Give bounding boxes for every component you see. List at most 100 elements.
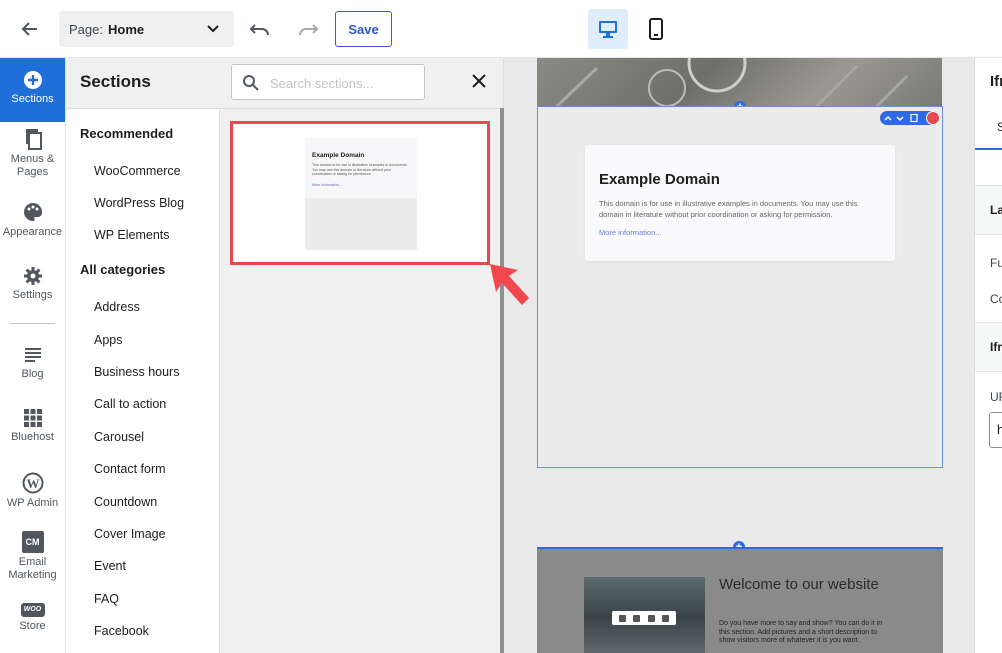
layout-section-label: La: [990, 203, 1002, 217]
plus-circle-icon: [0, 70, 65, 90]
welcome-title: Welcome to our website: [719, 576, 879, 593]
save-button[interactable]: Save: [335, 11, 392, 47]
nav-blog-label: Blog: [21, 368, 44, 380]
category-item[interactable]: Apps: [94, 333, 123, 347]
nav-blog[interactable]: Blog: [0, 345, 65, 380]
iframe-link[interactable]: More information...: [599, 228, 662, 237]
blog-icon: [0, 345, 65, 365]
page-canvas: + Example Domain This domain is for use …: [504, 58, 974, 653]
page-selector-value: Home: [107, 21, 145, 37]
iframe-body: This domain is for use in illustrative e…: [599, 199, 858, 219]
category-item[interactable]: FAQ: [94, 592, 119, 606]
all-categories-heading: All categories: [80, 262, 166, 277]
category-item[interactable]: Call to action: [94, 397, 166, 411]
nav-appearance-label: Appearance: [2, 226, 63, 238]
nav-store[interactable]: WOO Store: [0, 603, 65, 632]
iframe-section[interactable]: Example Domain This domain is for use in…: [537, 106, 943, 468]
close-icon[interactable]: [469, 71, 489, 96]
url-input[interactable]: h: [989, 412, 1002, 448]
sections-panel: Sections Recommended WooCommerce WordPre…: [66, 58, 504, 653]
thumbnail-title: Example Domain: [312, 152, 365, 159]
category-item[interactable]: WP Elements: [94, 228, 170, 242]
category-item[interactable]: Contact form: [94, 462, 166, 476]
nav-settings-label: Settings: [12, 289, 53, 301]
woo-badge: WOO: [20, 603, 45, 617]
welcome-image[interactable]: [584, 577, 705, 653]
iframe-section-thumbnail[interactable]: Example Domain This domain is for use in…: [230, 121, 490, 265]
svg-text:W: W: [26, 476, 39, 491]
cm-icon: CM: [0, 531, 65, 553]
section-thumbnails: Example Domain This domain is for use in…: [220, 108, 504, 653]
page-selector-label: Page:: [69, 21, 103, 37]
category-item[interactable]: Address: [94, 300, 140, 314]
undo-icon[interactable]: [248, 17, 272, 46]
iframe-title: Example Domain: [599, 171, 720, 188]
nav-sections-label: Sections: [11, 93, 54, 105]
setting-label: Co: [990, 292, 1002, 306]
thumbnail-body: This domain is for use in illustrative e…: [312, 163, 408, 176]
url-label: UF: [990, 390, 1002, 404]
sections-panel-title: Sections: [80, 72, 151, 91]
welcome-text: Do you have more to say and show? You ca…: [719, 620, 883, 644]
settings-panel: Ifr S La Fu Co Ifr UF h: [974, 58, 1002, 653]
sections-panel-header: Sections: [66, 58, 504, 108]
iframe-content-card: Example Domain This domain is for use in…: [585, 145, 895, 261]
search-box: [231, 64, 425, 100]
category-item[interactable]: Business hours: [94, 365, 179, 379]
desktop-view-icon[interactable]: [588, 9, 628, 49]
nav-divider: [10, 323, 55, 324]
active-tab-indicator: [975, 148, 1002, 150]
thumbnail-preview: Example Domain This domain is for use in…: [305, 138, 417, 250]
search-icon: [242, 74, 260, 97]
category-item[interactable]: WooCommerce: [94, 164, 181, 178]
category-list: Recommended WooCommerce WordPress Blog W…: [66, 108, 220, 653]
nav-appearance[interactable]: Appearance: [0, 201, 65, 238]
gear-icon: [0, 266, 65, 286]
nav-settings[interactable]: Settings: [0, 266, 65, 301]
top-toolbar: Page: Home Save: [0, 0, 1002, 58]
grid-icon: [0, 408, 65, 428]
settings-panel-title: Ifr: [990, 73, 1002, 90]
nav-menus-pages[interactable]: Menus & Pages: [0, 128, 65, 179]
nav-wp-admin-label: WP Admin: [6, 497, 59, 509]
setting-label: Fu: [990, 256, 1002, 270]
category-item[interactable]: WordPress Blog: [94, 196, 184, 210]
image-toolbar[interactable]: [612, 611, 676, 625]
nav-wp-admin[interactable]: W WP Admin: [0, 472, 65, 509]
iframe-section-label: Ifr: [990, 340, 1002, 354]
thumbnail-link: More information...: [312, 183, 342, 187]
nav-bluehost-label: Bluehost: [11, 431, 54, 443]
nav-email-marketing[interactable]: CM Email Marketing: [0, 531, 65, 582]
section-toolbar[interactable]: [880, 111, 940, 125]
nav-email-marketing-label: Email Marketing: [8, 556, 57, 581]
layout-section-header[interactable]: La: [975, 185, 1002, 235]
back-arrow-icon[interactable]: [18, 17, 42, 41]
pointer-arrow-icon: [488, 262, 534, 315]
redo-icon[interactable]: [296, 17, 320, 46]
page-selector[interactable]: Page: Home: [59, 11, 234, 47]
woo-icon: WOO: [0, 603, 65, 617]
palette-icon: [0, 201, 65, 223]
category-item[interactable]: Carousel: [94, 430, 144, 444]
nav-menus-pages-label: Menus & Pages: [10, 153, 55, 178]
category-item[interactable]: Facebook: [94, 624, 149, 638]
pages-icon: [0, 128, 65, 150]
category-item[interactable]: Countdown: [94, 495, 157, 509]
thumbnail-card: Example Domain This domain is for use in…: [305, 138, 417, 198]
search-sections-input[interactable]: [270, 73, 415, 93]
nav-sections[interactable]: Sections: [0, 58, 65, 122]
header-photo: [537, 58, 942, 106]
recommended-heading: Recommended: [80, 126, 174, 141]
wordpress-icon: W: [0, 472, 65, 494]
cm-badge: CM: [21, 531, 44, 553]
category-item[interactable]: Cover Image: [94, 527, 166, 541]
left-navigation: Sections Menus & Pages Appearance Settin…: [0, 58, 66, 653]
category-item[interactable]: Event: [94, 559, 126, 573]
delete-icon[interactable]: [926, 111, 940, 125]
mobile-view-icon[interactable]: [636, 9, 676, 49]
settings-tab[interactable]: S: [997, 120, 1002, 134]
welcome-section[interactable]: Welcome to our website Do you have more …: [537, 547, 943, 653]
iframe-section-header[interactable]: Ifr: [975, 322, 1002, 372]
nav-store-label: Store: [19, 620, 46, 632]
nav-bluehost[interactable]: Bluehost: [0, 408, 65, 443]
